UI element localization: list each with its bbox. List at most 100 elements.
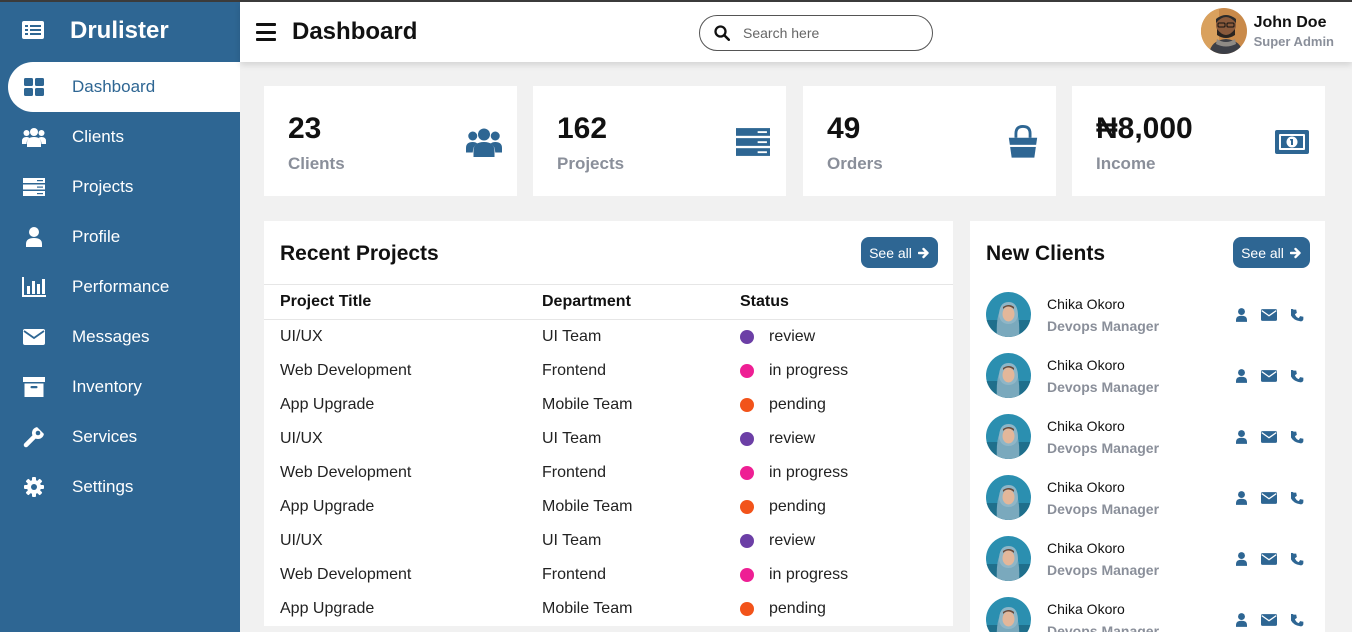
- hamburger-menu-icon[interactable]: [256, 23, 276, 41]
- envelope-icon[interactable]: [1261, 431, 1277, 443]
- sidebar-item-performance[interactable]: Performance: [0, 262, 240, 312]
- status-label: in progress: [769, 464, 849, 481]
- client-list-item[interactable]: Chika Okoro Devops Manager: [986, 536, 1316, 597]
- user-name: John Doe: [1253, 13, 1327, 31]
- phone-icon[interactable]: [1291, 552, 1304, 566]
- table-header-row: Project Title Department Status: [264, 284, 953, 320]
- envelope-icon[interactable]: [1261, 492, 1277, 504]
- sidebar-item-services[interactable]: Services: [0, 412, 240, 462]
- phone-icon[interactable]: [1291, 613, 1304, 627]
- search-input[interactable]: [743, 25, 913, 41]
- money-bill-icon: [1273, 124, 1311, 160]
- table-row[interactable]: UI/UX UI Team review: [264, 320, 953, 355]
- search-box[interactable]: [699, 15, 933, 51]
- shopping-bag-icon: [1004, 124, 1042, 160]
- stat-label: Clients: [288, 154, 345, 173]
- status-label: in progress: [769, 362, 849, 379]
- status-cell: pending: [740, 388, 953, 422]
- table-row[interactable]: Web Development Frontend in progress: [264, 354, 953, 388]
- department-cell: UI Team: [542, 532, 602, 549]
- client-list-item[interactable]: Chika Okoro Devops Manager: [986, 597, 1316, 632]
- table-row[interactable]: UI/UX UI Team review: [264, 422, 953, 456]
- client-name: Chika Okoro: [1047, 418, 1125, 434]
- envelope-icon: [22, 325, 46, 349]
- sidebar-item-projects[interactable]: Projects: [0, 162, 240, 212]
- window-top-border: [0, 0, 1352, 2]
- department-cell: Frontend: [542, 362, 607, 379]
- sidebar-item-label: Clients: [72, 127, 124, 146]
- avatar: [986, 353, 1031, 398]
- department-cell: Frontend: [542, 464, 607, 481]
- sidebar-item-profile[interactable]: Profile: [0, 212, 240, 262]
- client-list-item[interactable]: Chika Okoro Devops Manager: [986, 292, 1316, 353]
- table-row[interactable]: Web Development Frontend in progress: [264, 558, 953, 592]
- sidebar-item-clients[interactable]: Clients: [0, 112, 240, 162]
- table-row[interactable]: App Upgrade Mobile Team pending: [264, 490, 953, 524]
- client-name: Chika Okoro: [1047, 296, 1125, 312]
- status-label: review: [769, 532, 816, 549]
- sidebar-item-label: Dashboard: [72, 77, 156, 96]
- sidebar: Drulister Dashboard Clients Projects Pro…: [0, 0, 240, 632]
- phone-icon[interactable]: [1291, 308, 1304, 322]
- table-row[interactable]: UI/UX UI Team review: [264, 524, 953, 558]
- table-row[interactable]: Web Development Frontend in progress: [264, 456, 953, 490]
- stat-value: 162: [557, 112, 608, 145]
- user-profile-icon[interactable]: [1236, 552, 1247, 566]
- status-label: pending: [769, 600, 826, 617]
- see-all-clients-button[interactable]: See all: [1233, 237, 1310, 268]
- avatar: [1200, 8, 1247, 54]
- client-role: Devops Manager: [1047, 440, 1160, 456]
- sidebar-item-settings[interactable]: Settings: [0, 462, 240, 512]
- table-row[interactable]: App Upgrade Mobile Team pending: [264, 592, 953, 626]
- recent-projects-panel: Recent Projects See all Project Title De…: [264, 221, 953, 626]
- status-dot: [740, 432, 754, 446]
- sidebar-item-label: Settings: [72, 477, 134, 496]
- user-profile-icon[interactable]: [1236, 308, 1247, 322]
- table-row[interactable]: App Upgrade Mobile Team pending: [264, 388, 953, 422]
- user-profile-icon[interactable]: [1236, 491, 1247, 505]
- user-menu[interactable]: John Doe Super Admin: [1200, 8, 1334, 54]
- sidebar-item-label: Services: [72, 427, 138, 446]
- sidebar-item-inventory[interactable]: Inventory: [0, 362, 240, 412]
- user-profile-icon[interactable]: [1236, 613, 1247, 627]
- sidebar-item-label: Profile: [72, 227, 121, 246]
- envelope-icon[interactable]: [1261, 553, 1277, 565]
- sidebar-item-label: Messages: [72, 327, 150, 346]
- stat-card-income: ₦8,000 Income: [1072, 86, 1325, 196]
- brand[interactable]: Drulister: [0, 0, 240, 62]
- stat-card-orders: 49 Orders: [803, 86, 1056, 196]
- wrench-icon: [22, 425, 46, 449]
- status-label: review: [769, 328, 816, 345]
- phone-icon[interactable]: [1291, 491, 1304, 505]
- user-profile-icon[interactable]: [1236, 430, 1247, 444]
- phone-icon[interactable]: [1291, 369, 1304, 383]
- sidebar-item-dashboard[interactable]: Dashboard: [8, 62, 240, 112]
- see-all-projects-button[interactable]: See all: [861, 237, 938, 268]
- phone-icon[interactable]: [1291, 430, 1304, 444]
- envelope-icon[interactable]: [1261, 614, 1277, 626]
- status-label: in progress: [769, 566, 849, 583]
- client-list-item[interactable]: Chika Okoro Devops Manager: [986, 414, 1316, 475]
- list-alt-icon: [22, 21, 48, 41]
- client-list-item[interactable]: Chika Okoro Devops Manager: [986, 475, 1316, 536]
- avatar: [986, 475, 1031, 520]
- envelope-icon[interactable]: [1261, 309, 1277, 321]
- project-title-cell: Web Development: [280, 464, 412, 481]
- stat-value: ₦8,000: [1096, 112, 1193, 145]
- user-profile-icon[interactable]: [1236, 369, 1247, 383]
- sidebar-item-messages[interactable]: Messages: [0, 312, 240, 362]
- status-cell: in progress: [740, 354, 953, 388]
- client-list-item[interactable]: Chika Okoro Devops Manager: [986, 353, 1316, 414]
- project-title-cell: App Upgrade: [280, 600, 375, 617]
- project-title-cell: App Upgrade: [280, 498, 375, 515]
- sidebar-item-label: Inventory: [72, 377, 142, 396]
- dashboard-icon: [22, 75, 46, 99]
- status-cell: in progress: [740, 456, 953, 490]
- department-cell: Mobile Team: [542, 600, 633, 617]
- client-role: Devops Manager: [1047, 562, 1160, 578]
- sidebar-item-label: Performance: [72, 277, 170, 296]
- envelope-icon[interactable]: [1261, 370, 1277, 382]
- status-label: pending: [769, 396, 826, 413]
- status-dot: [740, 330, 754, 344]
- column-header: Project Title: [264, 284, 542, 320]
